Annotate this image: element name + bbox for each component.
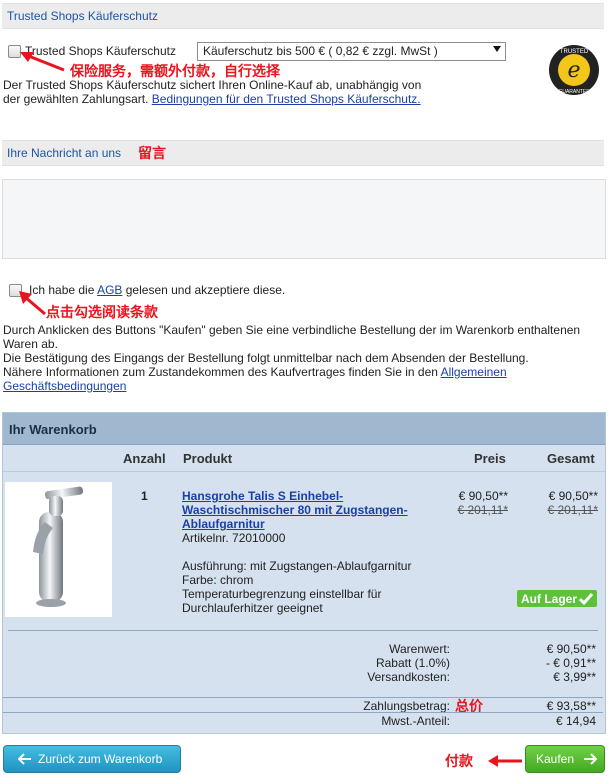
goods-label: Warenwert: [389,642,450,656]
cart-header: Ihr Warenkorb [3,413,605,445]
message-textarea[interactable] [2,179,606,259]
red-arrow-icon [19,291,46,316]
item-total-old: € 201,11* [547,503,599,517]
agb-label-suffix: gelesen und akzeptiere diese. [125,283,286,297]
item-name-line3[interactable]: Ablaufgarnitur [182,517,408,531]
trusted-shops-desc-2-text: der gewählten Zahlungsart. [3,92,149,106]
faucet-icon [33,486,83,607]
buy-button-label: Kaufen [536,752,575,766]
cart-header-divider [3,471,605,472]
protection-select-value: Käuferschutz bis 500 € ( 0,82 € zzgl. Mw… [203,44,438,58]
item-name-line2[interactable]: Waschtischmischer 80 mit Zugstangen- [182,503,408,517]
agb-link[interactable]: AGB [97,283,122,297]
message-header: Ihre Nachricht an uns [2,140,604,166]
stock-badge: Auf Lager [517,590,597,607]
red-arrow-icon [488,755,522,767]
payment-value: € 93,58** [546,699,596,713]
item-detail-3: Temperaturbegrenzung einstellbar für [182,587,382,601]
seal-top-text: TRUSTED [560,49,589,55]
order-notice-4-text: Nähere Informationen zum Zustandekommen … [3,365,438,379]
payment-divider-bottom [3,712,603,713]
seal-bottom-text: GUARANTEE [558,89,590,95]
arrow-left-icon [18,753,31,765]
item-detail-2: Farbe: chrom [182,573,254,587]
col-total: Gesamt [547,451,595,466]
terms-link-part2[interactable]: Geschäftsbedingungen [3,379,126,393]
trusted-shops-desc-2: der gewählten Zahlungsart. Bedingungen f… [3,92,421,106]
trusted-shops-title: Trusted Shops Käuferschutz [7,9,158,23]
buy-annotation: 付款 [445,754,473,770]
back-button-label: Zurück zum Warenkorb [38,752,163,766]
shipping-label: Versandkosten: [367,670,450,684]
item-price: € 90,50** [458,489,508,503]
buy-button[interactable]: Kaufen [525,745,605,773]
arrow-right-icon [584,753,597,765]
protection-select[interactable]: Käuferschutz bis 500 € ( 0,82 € zzgl. Mw… [197,42,506,61]
order-notice-4: Nähere Informationen zum Zustandekommen … [3,365,507,379]
agb-label: Ich habe die AGB gelesen und akzeptiere … [29,283,285,297]
message-title: Ihre Nachricht an uns [7,146,122,160]
agb-annotation: 点击勾选阅读条款 [46,305,158,321]
item-name[interactable]: Hansgrohe Talis S Einhebel- Waschtischmi… [182,489,408,531]
payment-label: Zahlungsbetrag: [363,699,450,713]
terms-link-part1[interactable]: Allgemeinen [441,365,507,379]
order-notice-3: Die Bestätigung des Eingangs der Bestell… [3,351,529,365]
item-detail-1: Ausführung: mit Zugstangen-Ablaufgarnitu… [182,559,412,573]
discount-label: Rabatt (1.0%) [375,656,450,670]
payment-divider-top [3,697,603,698]
summary-divider [8,630,598,631]
shipping-value: € 3,99** [553,670,596,684]
order-notice-2: Waren ab. [3,337,58,351]
order-notice-5: Geschäftsbedingungen [3,379,126,393]
item-price-old: € 201,11* [457,503,509,517]
stock-label: Auf Lager [521,592,578,606]
vat-value: € 14,94 [555,714,596,728]
item-detail-4: Durchlauferhitzer geeignet [182,601,323,615]
item-article: Artikelnr. 72010000 [182,531,286,545]
discount-value: - € 0,91** [545,656,596,670]
item-qty: 1 [141,489,148,503]
col-qty: Anzahl [123,451,166,466]
back-to-cart-button[interactable]: Zurück zum Warenkorb [3,745,181,773]
col-product: Produkt [183,451,233,466]
trusted-shops-conditions-link[interactable]: Bedingungen für den Trusted Shops Käufer… [152,92,421,106]
seal-letter: e [567,58,580,83]
item-name-line1[interactable]: Hansgrohe Talis S Einhebel- [182,489,408,503]
chevron-down-icon [493,46,501,52]
trusted-shops-seal-icon: e TRUSTED GUARANTEE [549,45,599,95]
col-price: Preis [474,451,506,466]
checkmark-icon [579,593,593,605]
vat-label: Mwst.-Anteil: [381,714,450,728]
order-notice-1: Durch Anklicken des Buttons "Kaufen" geb… [3,323,581,337]
message-annotation: 留言 [138,146,166,162]
product-image[interactable] [5,482,112,617]
goods-value: € 90,50** [546,642,596,656]
red-arrow-icon [20,52,65,72]
trusted-shops-header: Trusted Shops Käuferschutz [2,3,604,29]
item-total: € 90,50** [548,489,598,503]
trusted-shops-desc-1: Der Trusted Shops Käuferschutz sichert I… [3,78,422,92]
cart-title: Ihr Warenkorb [9,422,97,437]
